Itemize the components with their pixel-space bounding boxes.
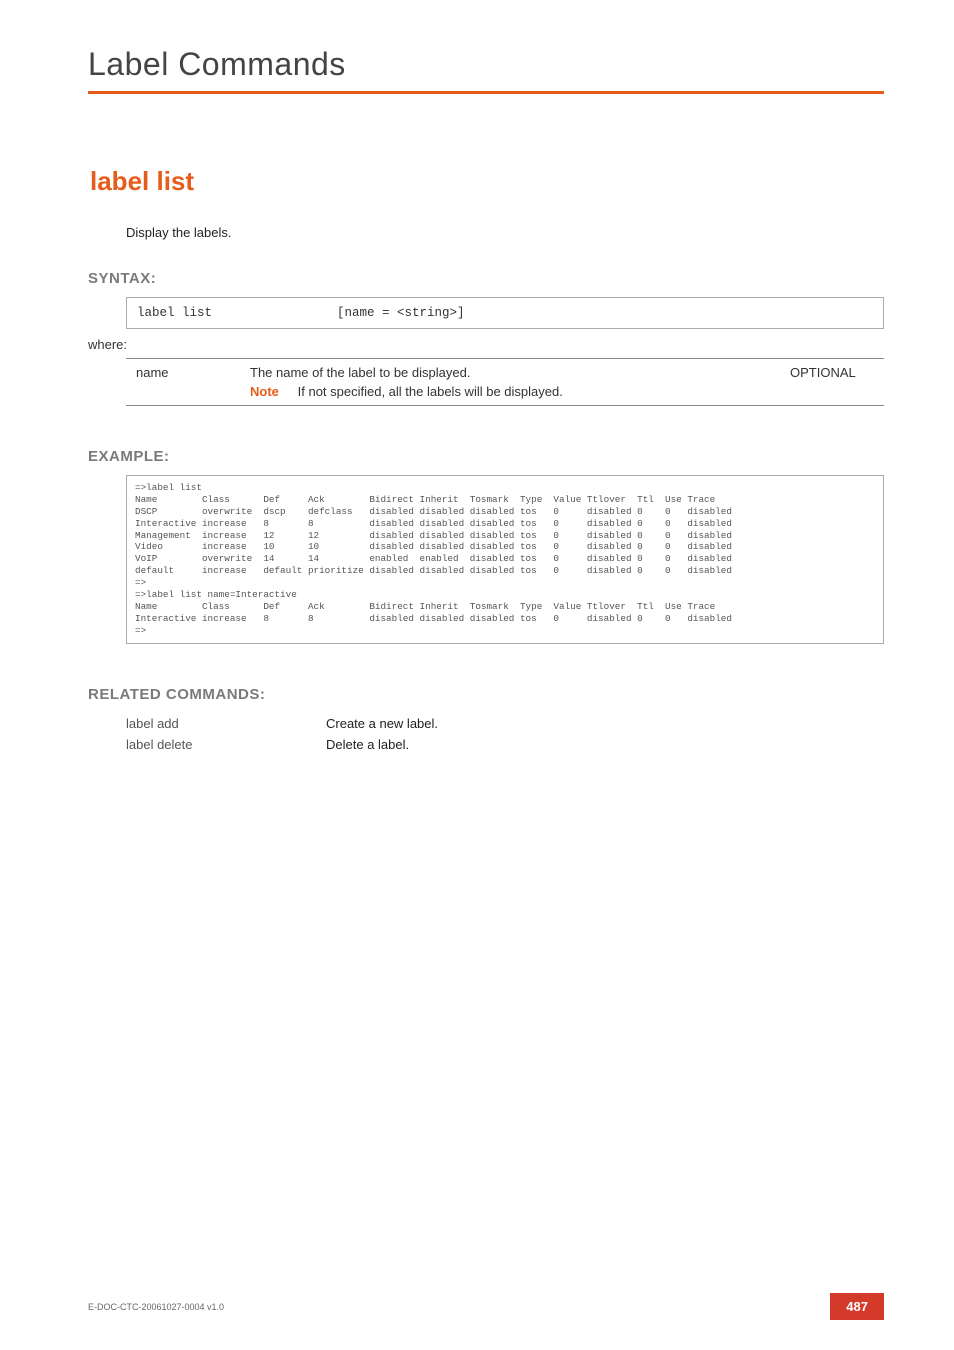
page-number-badge: 487 (830, 1293, 884, 1320)
param-optional: OPTIONAL (790, 365, 880, 380)
page-footer: E-DOC-CTC-20061027-0004 v1.0 487 (88, 1293, 884, 1320)
command-description: Display the labels. (126, 225, 884, 240)
note-label: Note (250, 384, 294, 399)
param-table: name The name of the label to be display… (126, 358, 884, 406)
related-cmd: label add (126, 716, 326, 731)
syntax-command: label list (137, 306, 337, 320)
syntax-box: label list [name = <string>] (126, 297, 884, 329)
related-cmd: label delete (126, 737, 326, 752)
related-desc: Delete a label. (326, 737, 884, 752)
command-title: label list (90, 166, 884, 197)
related-row: label add Create a new label. (126, 713, 884, 734)
related-heading: RELATED COMMANDS: (88, 686, 884, 703)
title-rule (88, 91, 884, 94)
example-box: =>label list Name Class Def Ack Bidirect… (126, 475, 884, 644)
related-commands: label add Create a new label. label dele… (126, 713, 884, 755)
note-text: If not specified, all the labels will be… (298, 384, 563, 399)
syntax-args: [name = <string>] (337, 306, 465, 320)
syntax-heading: SYNTAX: (88, 270, 884, 287)
related-row: label delete Delete a label. (126, 734, 884, 755)
related-desc: Create a new label. (326, 716, 884, 731)
where-label: where: (88, 337, 884, 352)
doc-id: E-DOC-CTC-20061027-0004 v1.0 (88, 1302, 224, 1312)
param-row: name The name of the label to be display… (126, 359, 884, 405)
example-heading: EXAMPLE: (88, 448, 884, 465)
param-desc: The name of the label to be displayed. N… (250, 365, 790, 399)
param-desc-line: The name of the label to be displayed. (250, 365, 790, 380)
param-note: Note If not specified, all the labels wi… (250, 384, 790, 399)
chapter-title: Label Commands (88, 46, 884, 83)
param-name: name (130, 365, 250, 380)
